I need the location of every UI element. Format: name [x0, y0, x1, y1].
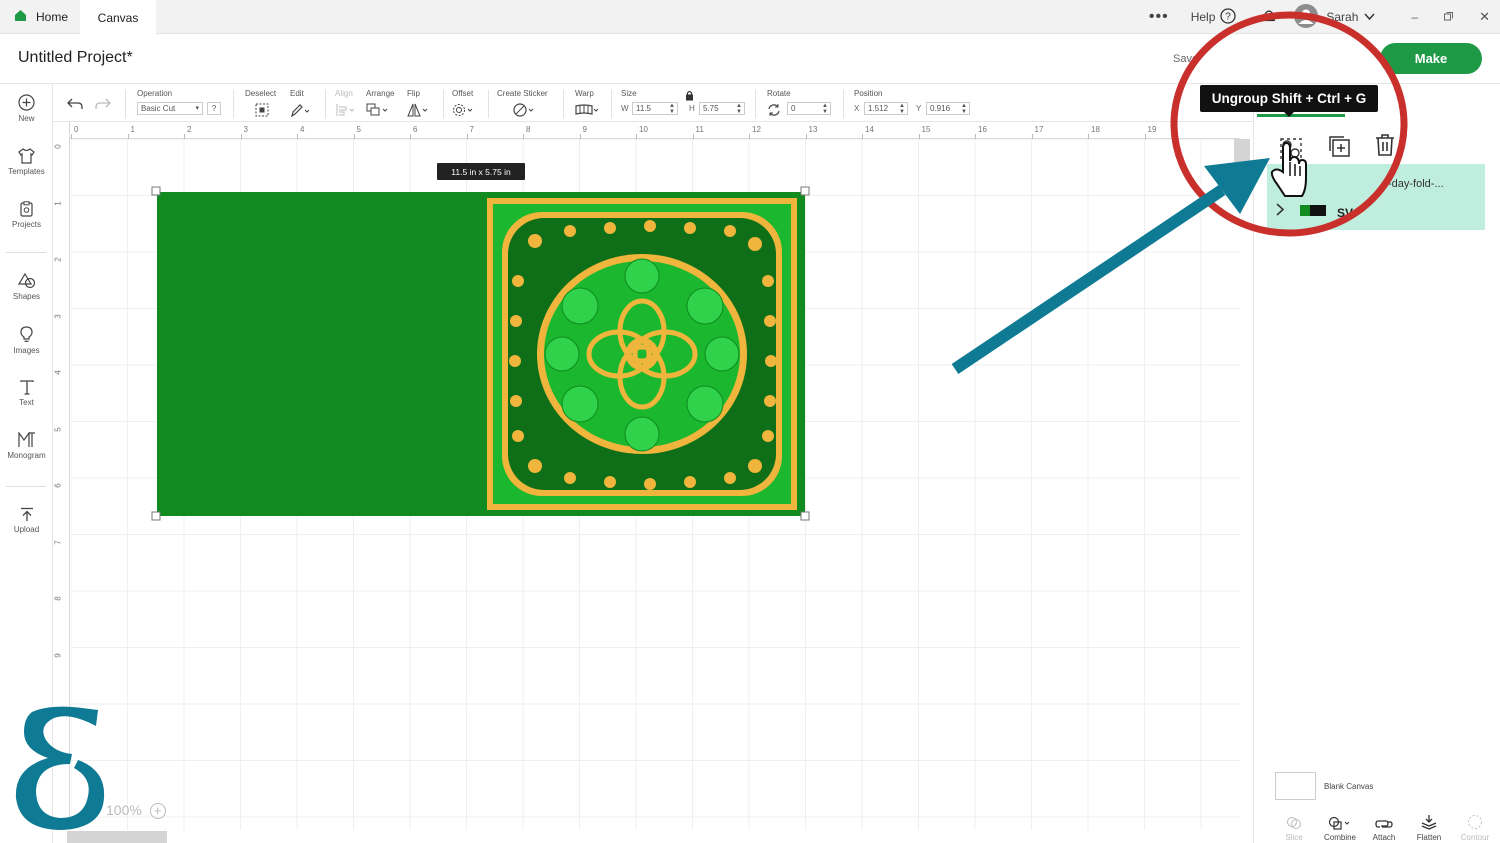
- zoom-level[interactable]: 100% +: [106, 802, 166, 819]
- hand-cursor-icon: [1270, 141, 1307, 197]
- teal-arrow-icon: [951, 158, 1270, 374]
- zoom-value: 100%: [106, 802, 142, 818]
- zoom-in-icon[interactable]: +: [149, 803, 166, 819]
- brand-logo: [15, 706, 105, 830]
- annotation-overlay: [951, 11, 1408, 374]
